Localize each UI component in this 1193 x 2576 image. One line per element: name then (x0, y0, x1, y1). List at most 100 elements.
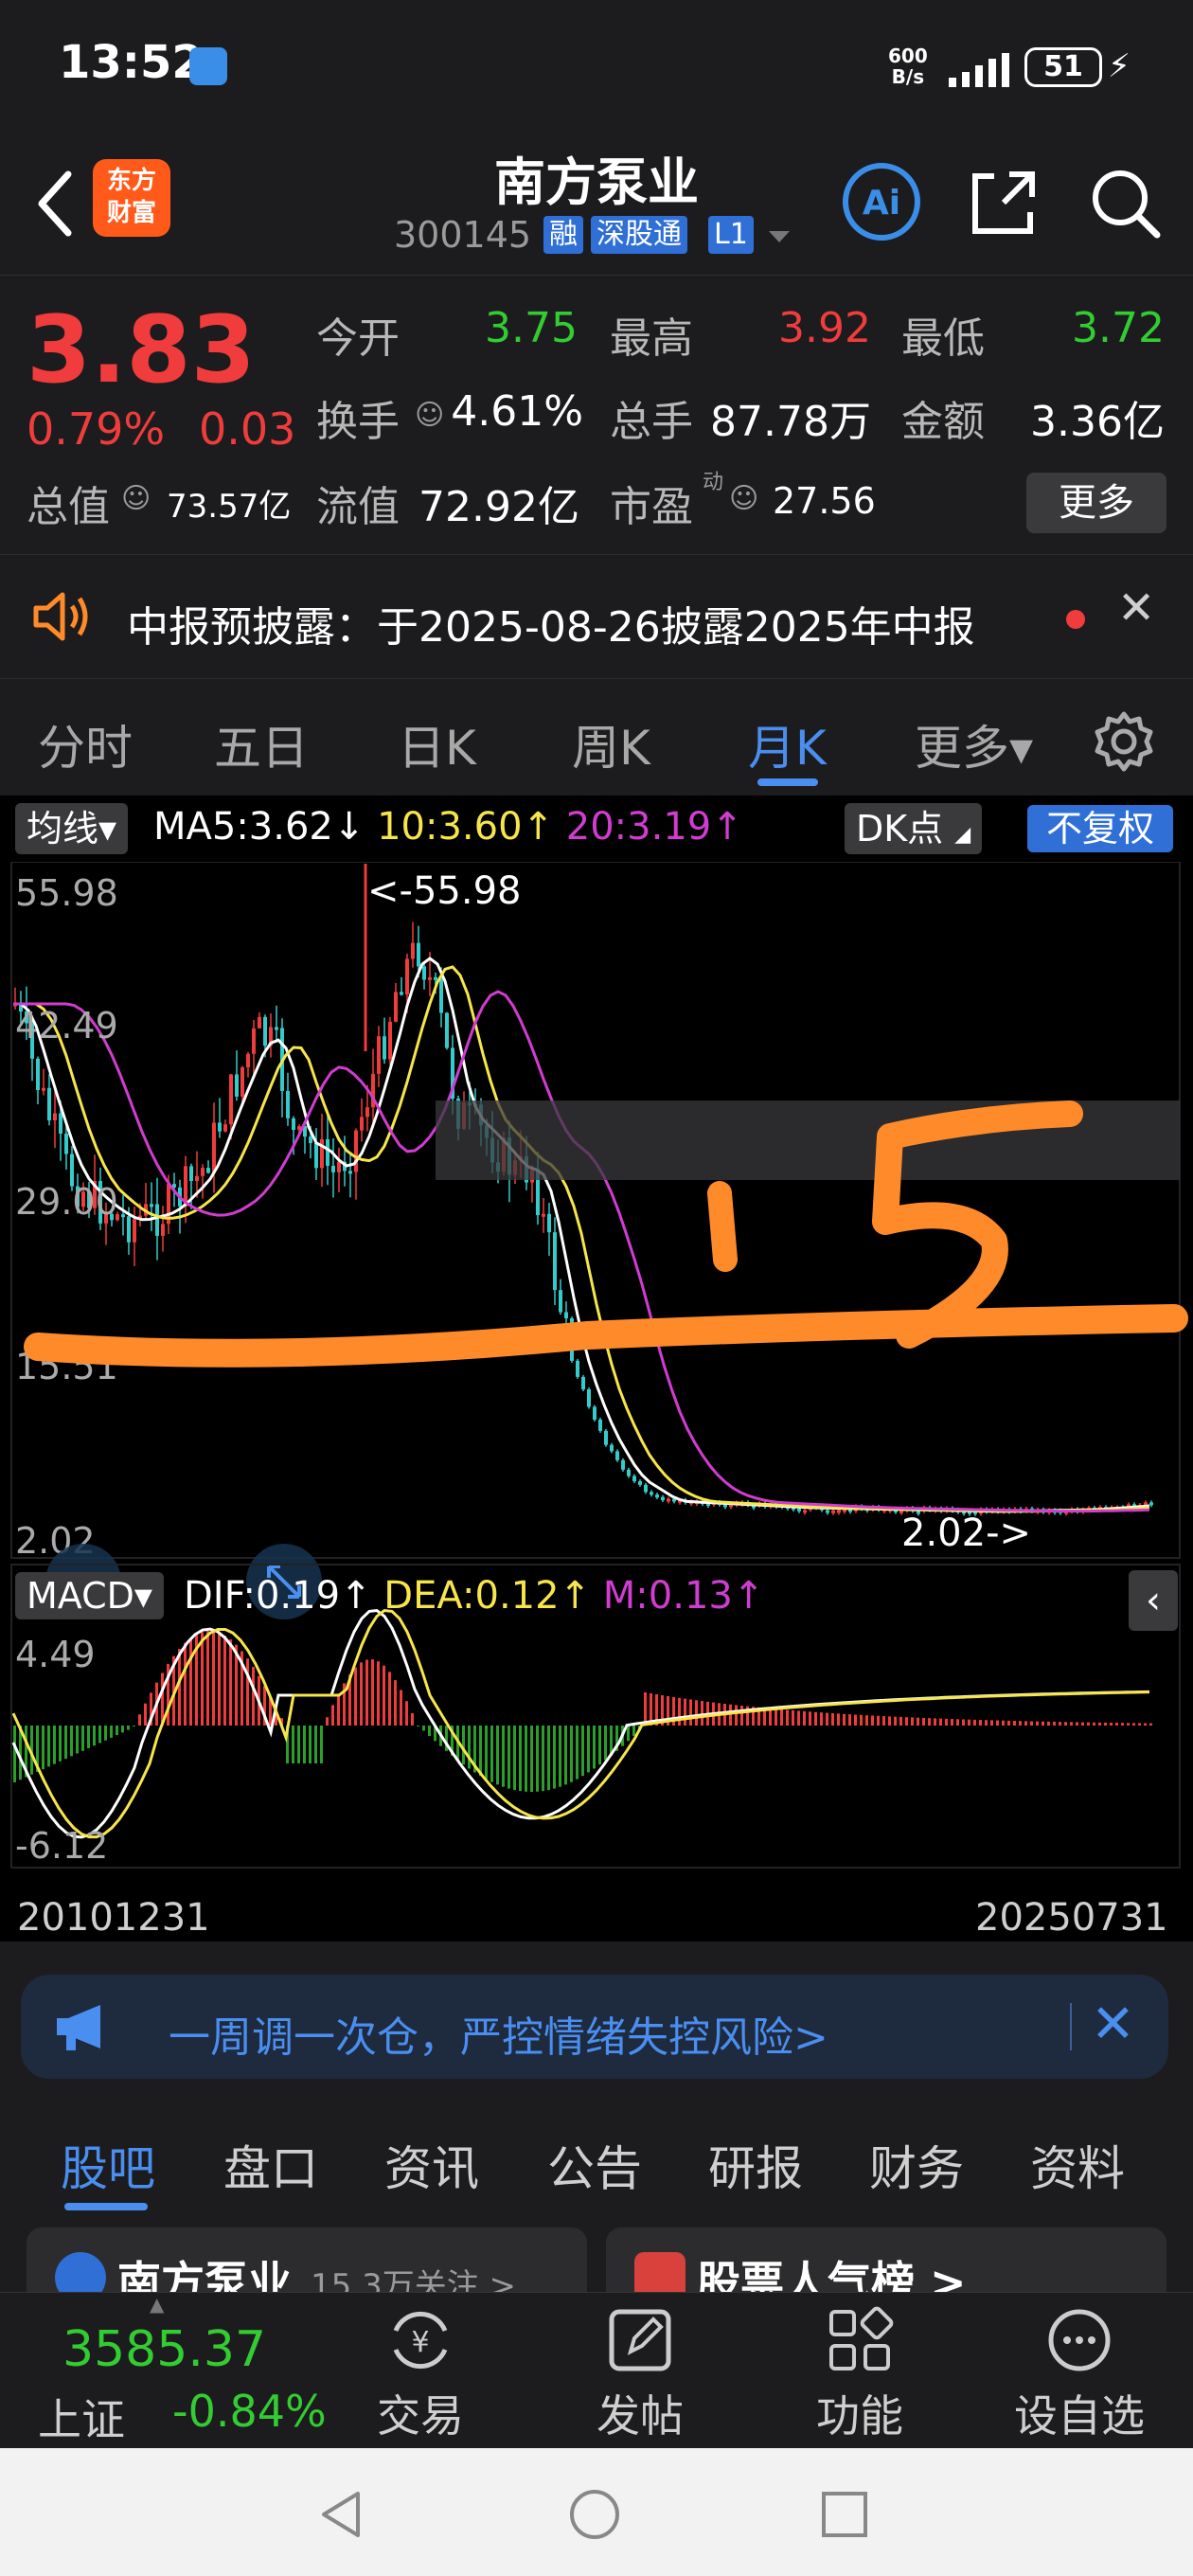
macd-bar (519, 1726, 522, 1792)
macd-bar (809, 1711, 811, 1726)
candle (621, 1459, 625, 1470)
low-label: 最低 (901, 314, 985, 363)
adjust-button[interactable]: 不复权 (1027, 805, 1173, 852)
ma-legend-bar: 均线▾ MA5:3.62↓ 10:3.60↑ 20:3.19↑ DK点 ◢ 不复… (0, 796, 1193, 862)
index-change[interactable]: -0.84% (172, 2386, 327, 2437)
ma-selector[interactable]: 均线▾ (15, 803, 129, 854)
collapse-panel-button[interactable]: ‹ (1129, 1570, 1178, 1631)
tab-profile[interactable]: 资料 (1030, 2131, 1125, 2199)
candle (797, 1508, 801, 1512)
macd-bar (400, 1690, 402, 1726)
mcap-label: 总值 (27, 483, 110, 531)
macd-bar (553, 1726, 556, 1789)
index-name[interactable]: 上证 (38, 2386, 125, 2448)
ma20-value: 20:3.19↑ (565, 805, 743, 849)
close-icon[interactable]: ✕ (1091, 1994, 1135, 2055)
macd-values: DIF:0.19↑ DEA:0.12↑ M:0.13↑ (184, 1574, 764, 1618)
macd-bar (189, 1637, 192, 1726)
macd-bar (917, 1717, 919, 1726)
macd-bar (803, 1710, 806, 1726)
tab-five-day[interactable]: 五日 (214, 710, 309, 778)
info-icon[interactable]: ☺ (729, 482, 758, 515)
candle (53, 1113, 57, 1121)
macd-bar (865, 1715, 868, 1726)
macd-bar (1149, 1723, 1152, 1726)
indicator-selector[interactable]: MACD▾ (15, 1572, 164, 1619)
system-back-icon[interactable] (312, 2486, 369, 2543)
info-icon[interactable]: ☺ (415, 399, 444, 432)
candle (275, 1027, 278, 1030)
tab-research[interactable]: 研报 (708, 2131, 803, 2199)
close-icon[interactable]: ✕ (1117, 581, 1155, 635)
float-value: 72.92亿 (418, 483, 579, 531)
dk-label: DK点 (856, 808, 944, 850)
high-label: 最高 (610, 314, 693, 363)
more-dots-icon (1048, 2309, 1111, 2371)
candle (348, 1171, 352, 1174)
tag-level: L1 (708, 216, 754, 254)
tab-orderbook[interactable]: 盘口 (223, 2131, 318, 2199)
macd-bar (178, 1649, 181, 1726)
chevron-down-icon[interactable] (765, 227, 793, 246)
gear-icon[interactable] (1091, 708, 1157, 775)
kline-chart-area[interactable]: 均线▾ MA5:3.62↓ 10:3.60↑ 20:3.19↑ DK点 ◢ 不复… (0, 796, 1193, 1941)
macd-bar (1064, 1722, 1067, 1726)
macd-bar (945, 1718, 948, 1726)
macd-bar (939, 1718, 942, 1726)
tab-more[interactable]: 更多▾ (915, 710, 1033, 778)
macd-bar (411, 1712, 414, 1726)
candle (831, 1510, 835, 1513)
nav-functions[interactable]: 功能 (784, 2302, 935, 2444)
tab-daily-k[interactable]: 日K (398, 710, 476, 778)
candle (576, 1360, 579, 1377)
candle (206, 1168, 210, 1173)
candle (331, 1165, 335, 1172)
svg-text:Ai: Ai (863, 184, 900, 223)
more-button[interactable]: 更多 (1026, 473, 1166, 533)
share-icon[interactable] (966, 165, 1042, 241)
ai-icon[interactable]: Ai (841, 161, 922, 242)
change-amount: 0.03 (199, 403, 296, 455)
trade-icon: ¥ (393, 2311, 448, 2370)
dk-point-selector[interactable]: DK点 ◢ (845, 803, 983, 854)
tab-announcements[interactable]: 公告 (547, 2131, 642, 2199)
search-icon[interactable] (1087, 165, 1163, 241)
candle (246, 1053, 250, 1068)
tab-forum[interactable]: 股吧 (61, 2131, 155, 2199)
macd-bar (644, 1692, 647, 1726)
turnover-value: 4.61% (451, 387, 583, 436)
nav-post[interactable]: 发帖 (564, 2302, 716, 2444)
tab-monthly-k[interactable]: 月K (748, 710, 827, 778)
amount-value: 3.36亿 (1030, 398, 1165, 446)
tab-financials[interactable]: 财务 (869, 2131, 964, 2199)
nav-trade[interactable]: ¥ 交易 (345, 2302, 496, 2444)
tab-weekly-k[interactable]: 周K (572, 710, 650, 778)
macd-bar (542, 1726, 544, 1792)
info-icon[interactable]: ☺ (121, 482, 151, 515)
back-icon[interactable] (28, 161, 85, 246)
candle (826, 1510, 829, 1513)
macd-bar (1132, 1723, 1135, 1726)
macd-bar (877, 1715, 880, 1726)
tab-intraday[interactable]: 分时 (38, 710, 133, 778)
candle (615, 1451, 619, 1460)
svg-text:¥: ¥ (411, 2326, 429, 2359)
system-recents-icon[interactable] (816, 2486, 873, 2543)
nav-add-watchlist[interactable]: 设自选 (1004, 2302, 1155, 2444)
system-nav-bar (0, 2448, 1193, 2576)
index-value[interactable]: 3585.37 (62, 2321, 266, 2378)
macd-bar (780, 1708, 783, 1726)
m-value: M:0.13↑ (602, 1574, 765, 1618)
macd-bar (831, 1712, 834, 1726)
candle (434, 976, 437, 980)
macd-bar (206, 1631, 209, 1726)
macd-bar (604, 1726, 607, 1761)
candle (64, 1134, 68, 1154)
system-home-icon[interactable] (566, 2486, 623, 2543)
tip-banner[interactable]: 一周调一次仓，严控情绪失控风险> ✕ (21, 1975, 1168, 2079)
tab-news[interactable]: 资讯 (384, 2131, 479, 2199)
notice-bar[interactable]: 中报预披露：于2025-08-26披露2025年中报 ✕ (0, 554, 1193, 679)
period-tabs: 分时 五日 日K 周K 月K 更多▾ (0, 680, 1193, 794)
volume-label: 总手 (610, 398, 693, 446)
macd-bar (854, 1714, 857, 1726)
